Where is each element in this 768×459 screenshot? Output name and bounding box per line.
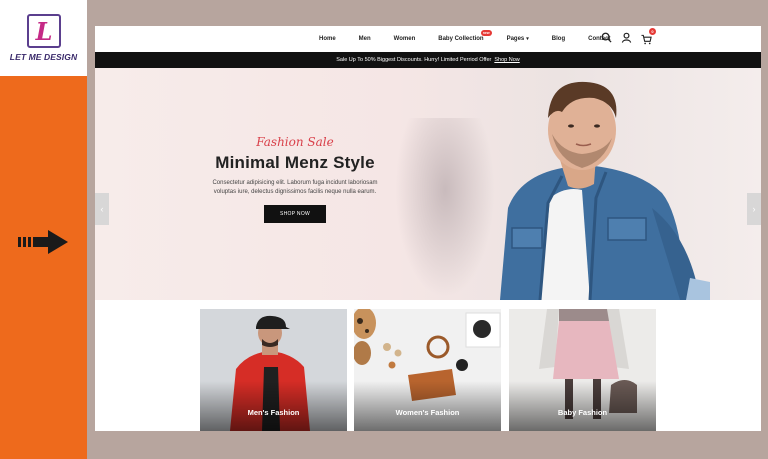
hero-subtitle: Fashion Sale (256, 135, 334, 149)
hero-title: Minimal Menz Style (215, 153, 375, 172)
category-card-women[interactable]: Women's Fashion (354, 309, 501, 431)
logo[interactable]: L LET ME DESIGN (0, 0, 87, 76)
cart-icon (641, 34, 652, 45)
website-preview: Home Men Women Baby Collection new Pages … (95, 26, 761, 431)
nav-item-women[interactable]: Women (394, 36, 416, 42)
category-label-men: Men's Fashion (247, 408, 300, 417)
category-label-baby: Baby Fashion (557, 408, 608, 417)
cart-count-badge: 0 (649, 28, 656, 35)
hero-banner: Fashion Sale Minimal Menz Style Consecte… (95, 68, 761, 300)
chevron-right-icon: › (752, 204, 756, 214)
cart-button[interactable]: 0 (641, 28, 656, 45)
nav-menu: Home Men Women Baby Collection new Pages … (319, 26, 633, 52)
category-card-men[interactable]: Men's Fashion (200, 309, 347, 431)
user-icon[interactable] (621, 32, 632, 43)
category-card-baby[interactable]: Baby Fashion (509, 309, 656, 431)
new-badge: new (480, 30, 492, 36)
nav-item-blog[interactable]: Blog (552, 36, 565, 42)
search-icon[interactable] (601, 32, 612, 43)
category-grid: Men's Fashion Women's Fashion Baby Fashi… (200, 309, 656, 431)
main-nav: Home Men Women Baby Collection new Pages … (95, 26, 761, 52)
brand-panel: L LET ME DESIGN (0, 0, 87, 459)
slider-next-button[interactable]: › (747, 193, 761, 225)
nav-item-baby-collection[interactable]: Baby Collection new (438, 30, 492, 42)
nav-item-men[interactable]: Men (359, 36, 371, 42)
shop-now-button[interactable]: SHOP NOW (263, 205, 327, 223)
promo-text: Sale Up To 50% Biggest Discounts. Hurry!… (336, 57, 492, 63)
nav-icons: 0 (601, 28, 656, 45)
slider-prev-button[interactable]: ‹ (95, 193, 109, 225)
arrow-right-icon (18, 230, 68, 254)
logo-mark: L (27, 14, 61, 48)
nav-item-home[interactable]: Home (319, 36, 336, 42)
promo-bar: Sale Up To 50% Biggest Discounts. Hurry!… (95, 52, 761, 68)
logo-letter: L (35, 16, 53, 46)
hero-model-image (500, 81, 710, 300)
logo-text: LET ME DESIGN (9, 52, 78, 62)
nav-item-pages[interactable]: Pages (507, 36, 529, 42)
category-label-women: Women's Fashion (395, 408, 460, 417)
promo-shop-now-link[interactable]: Shop Now (494, 57, 519, 63)
chevron-left-icon: ‹ (100, 204, 104, 214)
hero-content: Fashion Sale Minimal Menz Style Consecte… (205, 135, 385, 223)
hero-description: Consectetur adipisicing elit. Laborum fu… (212, 180, 378, 195)
nav-item-baby-collection-label: Baby Collection (438, 36, 484, 42)
